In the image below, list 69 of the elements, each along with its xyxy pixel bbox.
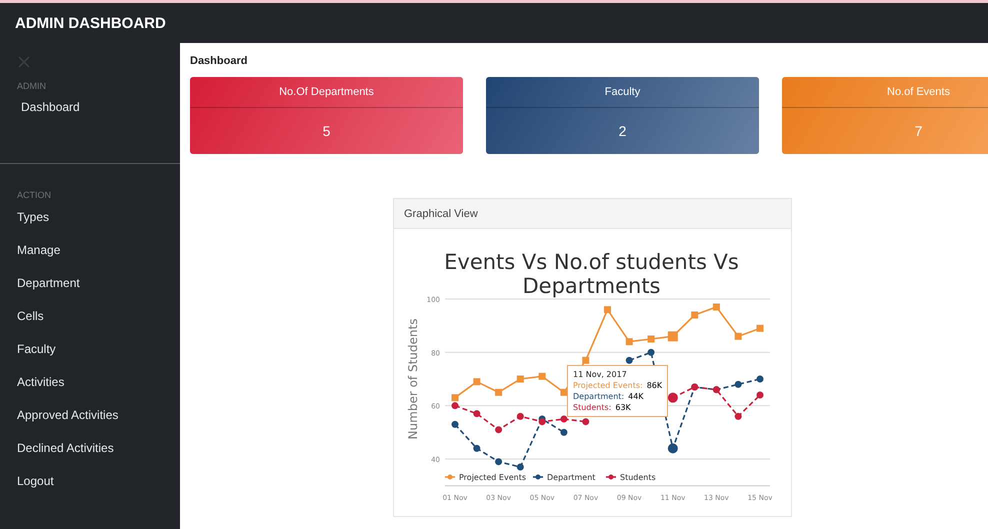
legend-label: Projected Events <box>459 473 526 482</box>
sidebar-link[interactable]: Cells <box>17 303 44 329</box>
card-label: No.Of Departments <box>279 86 374 98</box>
app-title: ADMIN DASHBOARD <box>15 14 166 32</box>
page-title: Dashboard <box>190 55 248 67</box>
data-point <box>604 306 611 314</box>
card-label: No.of Events <box>887 86 950 98</box>
data-point <box>495 388 502 396</box>
card-label: Faculty <box>604 86 640 98</box>
data-point <box>734 332 742 340</box>
data-point <box>473 410 480 418</box>
tooltip-label: Department: <box>573 391 624 402</box>
data-point <box>560 388 568 396</box>
data-point <box>473 444 480 452</box>
data-point <box>734 412 742 420</box>
data-point <box>648 336 655 342</box>
data-point <box>516 412 524 420</box>
data-point <box>495 426 502 434</box>
data-point <box>626 338 633 346</box>
legend-label: Students <box>620 473 656 482</box>
sidebar-link[interactable]: Approved Activities <box>17 402 118 428</box>
sidebar-link[interactable]: Types <box>17 204 50 230</box>
data-point <box>648 348 655 356</box>
legend-item[interactable]: Department <box>533 473 596 482</box>
sidebar-link[interactable]: Dashboard <box>17 95 80 119</box>
data-point <box>452 420 458 428</box>
data-point <box>560 428 568 436</box>
axis-title: Number of Students <box>406 318 420 440</box>
data-point <box>668 443 678 454</box>
tooltip-label: Students: <box>573 402 612 413</box>
tooltip-value: 63K <box>615 402 631 413</box>
tooltip-value: 44K <box>628 391 644 402</box>
data-point <box>516 376 524 383</box>
sidebar-link[interactable]: Declined Activities <box>17 435 114 461</box>
section-heading: ACTION <box>17 190 52 200</box>
data-point <box>495 458 502 466</box>
sidebar-link[interactable]: Activities <box>17 369 64 395</box>
card-value: 2 <box>618 123 626 139</box>
sidebar-link[interactable]: Manage <box>17 237 60 263</box>
chart-title: Events Vs No.of students Vs Departments <box>444 250 739 298</box>
legend-label: Department <box>547 473 596 482</box>
card-value: 5 <box>322 123 330 139</box>
data-point <box>668 331 678 342</box>
data-point <box>756 376 764 383</box>
data-point <box>538 372 546 380</box>
data-point <box>560 416 568 423</box>
data-point <box>691 312 698 318</box>
data-point <box>516 464 524 471</box>
close-icon[interactable] <box>17 55 31 69</box>
panel-heading: Graphical View <box>404 208 478 220</box>
data-point <box>668 392 678 403</box>
data-point <box>756 392 764 399</box>
legend-item[interactable]: Students <box>606 473 656 482</box>
sidebar-link[interactable]: Logout <box>17 468 54 494</box>
tooltip-label: Projected Events: <box>573 380 643 391</box>
data-point <box>756 324 764 332</box>
sidebar-link[interactable]: Faculty <box>17 336 56 362</box>
tooltip-title: 11 Nov, 2017 <box>573 369 628 380</box>
data-point <box>734 380 742 388</box>
data-point <box>582 418 590 426</box>
section-heading: ADMIN <box>17 81 46 91</box>
data-point <box>712 304 720 310</box>
tooltip-value: 86K <box>646 380 662 391</box>
data-point <box>582 356 590 364</box>
card-value: 7 <box>914 123 922 139</box>
data-point <box>626 356 633 364</box>
data-point <box>473 378 480 386</box>
sidebar-link[interactable]: Department <box>17 270 80 296</box>
legend-item[interactable]: Projected Events <box>445 473 526 482</box>
